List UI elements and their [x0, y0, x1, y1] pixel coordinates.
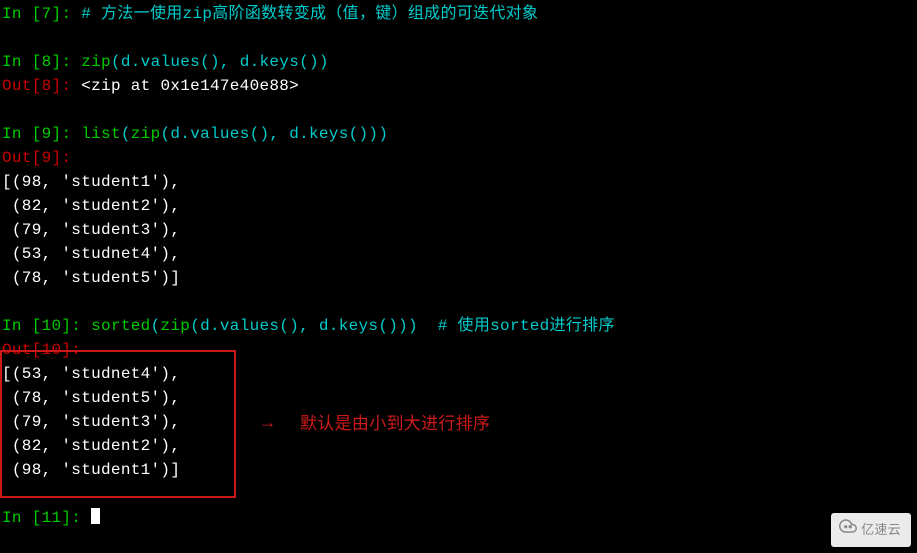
- output-row: [(98, 'student1'),: [0, 170, 917, 194]
- code-rest: (d.values(), d.keys()): [111, 53, 329, 71]
- in-number: [8]: [32, 53, 62, 71]
- output-row: (78, 'student5'),: [0, 386, 917, 410]
- watermark: 亿速云: [831, 513, 911, 547]
- code-func-zip: zip: [131, 125, 161, 143]
- output-row: (82, 'student2'),: [0, 434, 917, 458]
- blank: [0, 482, 917, 506]
- prompt-sep: :: [61, 125, 81, 143]
- prompt-sep: :: [71, 317, 91, 335]
- in-label: In: [2, 53, 32, 71]
- cell-8-output: Out[8]: <zip at 0x1e147e40e88>: [0, 74, 917, 98]
- in-number: [7]: [32, 5, 62, 23]
- output-value: <zip at 0x1e147e40e88>: [81, 77, 299, 95]
- out-label: Out: [2, 149, 32, 167]
- in-number: [11]: [32, 509, 72, 527]
- out-number: [8]: [32, 77, 62, 95]
- code-func-sorted: sorted: [91, 317, 150, 335]
- in-label: In: [2, 317, 32, 335]
- code-rest: (d.values(), d.keys())): [160, 125, 388, 143]
- out-label: Out: [2, 341, 32, 359]
- output-row: (53, 'studnet4'),: [0, 242, 917, 266]
- code-paren: (: [151, 317, 161, 335]
- in-label: In: [2, 509, 32, 527]
- cell-11-input[interactable]: In [11]:: [0, 506, 917, 530]
- in-number: [10]: [32, 317, 72, 335]
- out-label: Out: [2, 77, 32, 95]
- out-number: [9]: [32, 149, 62, 167]
- cell-10-out-label: Out[10]:: [0, 338, 917, 362]
- prompt-sep: :: [61, 77, 81, 95]
- output-row: (98, 'student1')]: [0, 458, 917, 482]
- blank: [0, 26, 917, 50]
- cell-8-input: In [8]: zip(d.values(), d.keys()): [0, 50, 917, 74]
- output-row: (79, 'student3'),: [0, 218, 917, 242]
- cell-7-input: In [7]: # 方法一使用zip高阶函数转变成（值，键）组成的可迭代对象: [0, 2, 917, 26]
- cursor-icon: [91, 508, 100, 524]
- in-number: [9]: [32, 125, 62, 143]
- comment: # 使用sorted进行排序: [438, 317, 615, 335]
- code-func: zip: [81, 53, 111, 71]
- blank: [0, 98, 917, 122]
- out-sep: :: [71, 341, 81, 359]
- code-func-zip: zip: [160, 317, 190, 335]
- prompt-sep: :: [61, 5, 81, 23]
- output-row: (82, 'student2'),: [0, 194, 917, 218]
- blank: [0, 290, 917, 314]
- code-func-list: list: [81, 125, 121, 143]
- cell-10-input: In [10]: sorted(zip(d.values(), d.keys()…: [0, 314, 917, 338]
- cell-9-input: In [9]: list(zip(d.values(), d.keys())): [0, 122, 917, 146]
- output-row: (78, 'student5')]: [0, 266, 917, 290]
- output-row: [(53, 'studnet4'),: [0, 362, 917, 386]
- out-number: [10]: [32, 341, 72, 359]
- in-label: In: [2, 125, 32, 143]
- code-paren: (: [121, 125, 131, 143]
- watermark-text: 亿速云: [861, 518, 901, 542]
- out-sep: :: [61, 149, 71, 167]
- code-rest: (d.values(), d.keys())): [190, 317, 438, 335]
- comment: # 方法一使用zip高阶函数转变成（值，键）组成的可迭代对象: [81, 5, 538, 23]
- in-label: In: [2, 5, 32, 23]
- annotation-text: 默认是由小到大进行排序: [300, 412, 490, 436]
- arrow-icon: →: [262, 412, 273, 436]
- cell-9-out-label: Out[9]:: [0, 146, 917, 170]
- prompt-sep: :: [71, 509, 91, 527]
- prompt-sep: :: [61, 53, 81, 71]
- cloud-icon: [839, 517, 857, 543]
